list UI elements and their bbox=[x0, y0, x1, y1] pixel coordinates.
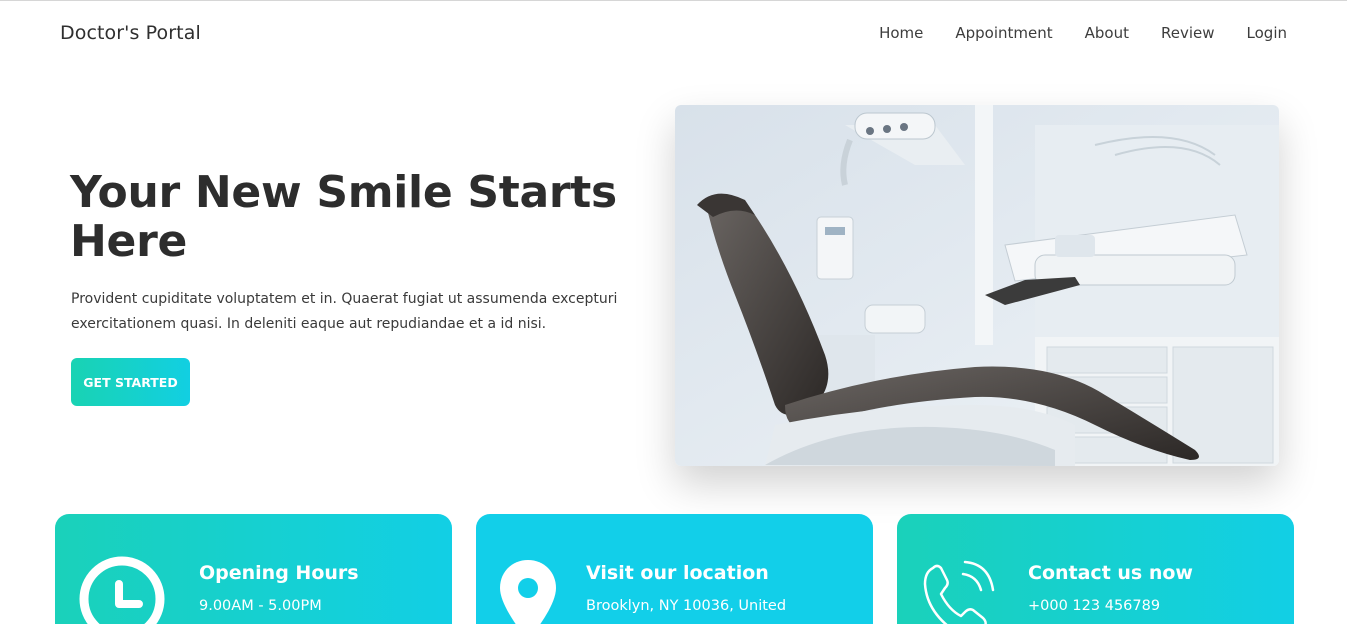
location-card: Visit our location Brooklyn, NY 10036, U… bbox=[476, 514, 873, 624]
card-subtitle: Brooklyn, NY 10036, United bbox=[586, 598, 787, 614]
card-title: Contact us now bbox=[1028, 562, 1193, 584]
hero-description: Provident cupiditate voluptatem et in. Q… bbox=[71, 291, 618, 332]
opening-hours-card: Opening Hours 9.00AM - 5.00PM bbox=[55, 514, 452, 624]
contact-card: Contact us now +000 123 456789 bbox=[897, 514, 1294, 624]
nav-appointment-link[interactable]: Appointment bbox=[955, 24, 1052, 42]
nav-home-link[interactable]: Home bbox=[879, 24, 923, 42]
nav-login-link[interactable]: Login bbox=[1247, 24, 1287, 42]
location-pin-icon bbox=[498, 554, 558, 624]
clock-icon bbox=[77, 554, 167, 624]
hero-title: Your New Smile Starts Here bbox=[70, 167, 617, 267]
navbar: Doctor's Portal Home Appointment About R… bbox=[0, 0, 1347, 68]
nav-menu: Home Appointment About Review Login bbox=[879, 24, 1287, 42]
dental-chair-image bbox=[675, 105, 1279, 466]
nav-about-link[interactable]: About bbox=[1085, 24, 1129, 42]
get-started-button[interactable]: GET STARTED bbox=[71, 358, 190, 406]
card-subtitle: 9.00AM - 5.00PM bbox=[199, 598, 322, 614]
brand-logo[interactable]: Doctor's Portal bbox=[60, 22, 201, 44]
card-title: Opening Hours bbox=[199, 562, 359, 584]
card-subtitle: +000 123 456789 bbox=[1028, 598, 1161, 614]
card-title: Visit our location bbox=[586, 562, 769, 584]
phone-icon bbox=[919, 554, 999, 624]
nav-review-link[interactable]: Review bbox=[1161, 24, 1215, 42]
